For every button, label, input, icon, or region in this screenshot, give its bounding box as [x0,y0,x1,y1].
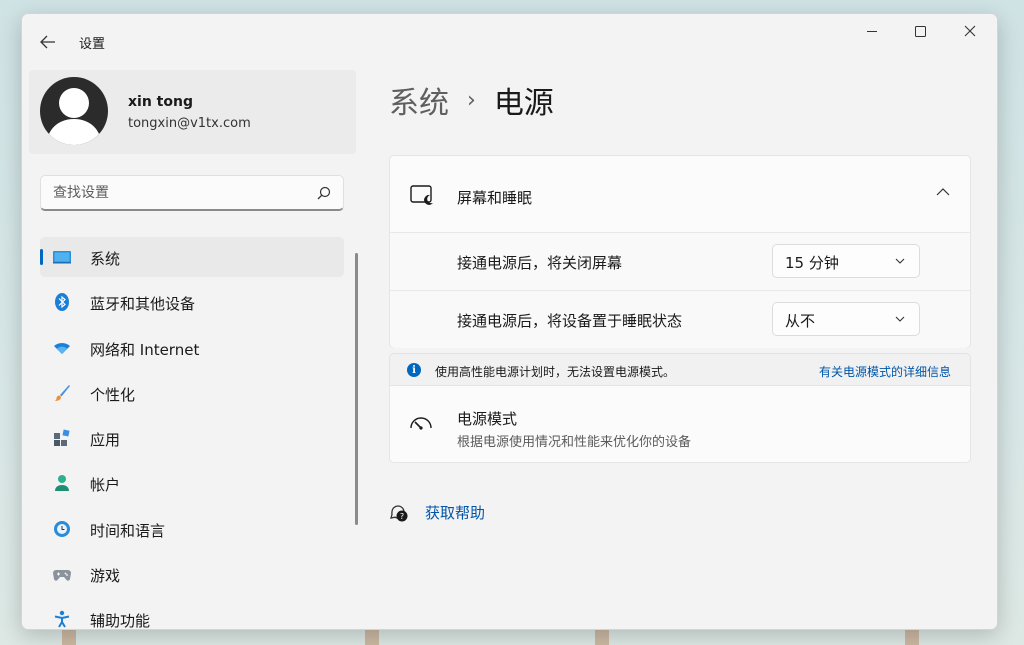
apps-icon [54,429,70,447]
sidebar-nav: 系统 蓝牙和其他设备 网络和 Internet 个性化 应用 帐户 时间和语言 … [40,237,344,630]
speedometer-icon [410,417,432,430]
minimize-icon [866,30,877,32]
sidebar-item-bluetooth[interactable]: 蓝牙和其他设备 [40,282,344,322]
dropdown-value: 15 分钟 [785,254,839,272]
screen-sleep-header[interactable]: 屏幕和睡眠 [390,156,970,232]
close-icon [964,25,976,37]
sidebar-item-label: 时间和语言 [90,521,166,540]
power-mode-info-link[interactable]: 有关电源模式的详细信息 [819,363,951,380]
screen-sleep-card: 屏幕和睡眠 接通电源后，将关闭屏幕 15 分钟 接通电源后，将设备置于睡眠状态 … [389,155,971,348]
sidebar-item-label: 游戏 [90,567,121,586]
power-mode-subtitle: 根据电源使用情况和性能来优化你的设备 [457,435,692,450]
paintbrush-icon [54,384,70,401]
sidebar-item-label: 蓝牙和其他设备 [90,295,196,314]
title-bar: 设置 [22,14,997,60]
back-arrow-icon [40,35,55,49]
settings-window: 设置 xin tong tongxin@v1tx.com 查找设置 系统 蓝牙和… [21,13,998,630]
user-profile[interactable]: xin tong tongxin@v1tx.com [29,70,356,154]
sidebar-item-personalization[interactable]: 个性化 [40,373,344,413]
close-button[interactable] [947,14,993,48]
screen-off-row: 接通电源后，将关闭屏幕 15 分钟 [390,232,970,290]
app-title: 设置 [79,37,106,52]
screen-off-dropdown[interactable]: 15 分钟 [772,244,920,278]
minimize-button[interactable] [849,14,895,48]
sidebar-item-label: 个性化 [90,385,136,404]
gamepad-icon [53,570,71,581]
info-text: 使用高性能电源计划时，无法设置电源模式。 [435,365,676,379]
chevron-down-icon [895,316,905,322]
user-name: xin tong [128,94,193,110]
search-box[interactable] [40,175,344,211]
sidebar-item-label: 帐户 [90,476,121,495]
sleep-dropdown[interactable]: 从不 [772,302,920,336]
chevron-down-icon [895,258,905,264]
sidebar-item-label: 网络和 Internet [90,340,200,359]
system-display-icon [53,251,71,264]
sidebar-item-gaming[interactable]: 游戏 [40,554,344,594]
globe-clock-icon [54,520,70,537]
sleep-row: 接通电源后，将设备置于睡眠状态 从不 [390,290,970,348]
screen-sleep-icon [410,185,433,205]
accessibility-icon [54,611,70,628]
sidebar-item-label: 应用 [90,431,121,450]
screen-sleep-title: 屏幕和睡眠 [457,189,533,207]
account-icon [55,475,69,492]
default-user-icon [46,88,102,145]
user-email: tongxin@v1tx.com [128,116,251,131]
maximize-icon [914,25,926,37]
sidebar-item-network[interactable]: 网络和 Internet [40,328,344,368]
sidebar-item-accessibility[interactable]: 辅助功能 [40,599,344,630]
sleep-label: 接通电源后，将设备置于睡眠状态 [457,312,683,330]
sidebar-item-system[interactable]: 系统 [40,237,344,277]
breadcrumb: 系统 › 电源 [389,78,554,122]
maximize-button[interactable] [897,14,943,48]
search-icon[interactable] [317,186,331,200]
page-title: 电源 [493,86,554,121]
avatar [40,77,108,145]
sidebar-item-accounts[interactable]: 帐户 [40,463,344,503]
bluetooth-icon [55,293,69,312]
sidebar-scrollbar[interactable] [355,253,358,525]
svg-text:?: ? [400,512,404,521]
sidebar-item-time-language[interactable]: 时间和语言 [40,509,344,549]
get-help-label: 获取帮助 [425,504,486,522]
power-mode-title: 电源模式 [457,410,518,428]
dropdown-value: 从不 [785,312,816,330]
screen-off-label: 接通电源后，将关闭屏幕 [457,254,623,272]
sidebar-item-label: 系统 [90,250,121,268]
get-help-link[interactable]: ? 获取帮助 [389,502,485,523]
breadcrumb-separator: › [467,87,476,113]
back-button[interactable] [34,28,62,56]
help-chat-icon: ? [390,504,408,521]
power-mode-card: 电源模式 根据电源使用情况和性能来优化你的设备 [389,385,971,463]
wifi-icon [54,342,70,354]
search-input[interactable] [53,183,303,203]
chevron-up-icon[interactable] [936,187,950,196]
sidebar-item-apps[interactable]: 应用 [40,418,344,458]
info-bar: i 使用高性能电源计划时，无法设置电源模式。 有关电源模式的详细信息 [389,353,971,385]
sidebar-item-label: 辅助功能 [90,612,151,630]
breadcrumb-parent[interactable]: 系统 [389,78,449,122]
info-icon: i [407,363,421,377]
